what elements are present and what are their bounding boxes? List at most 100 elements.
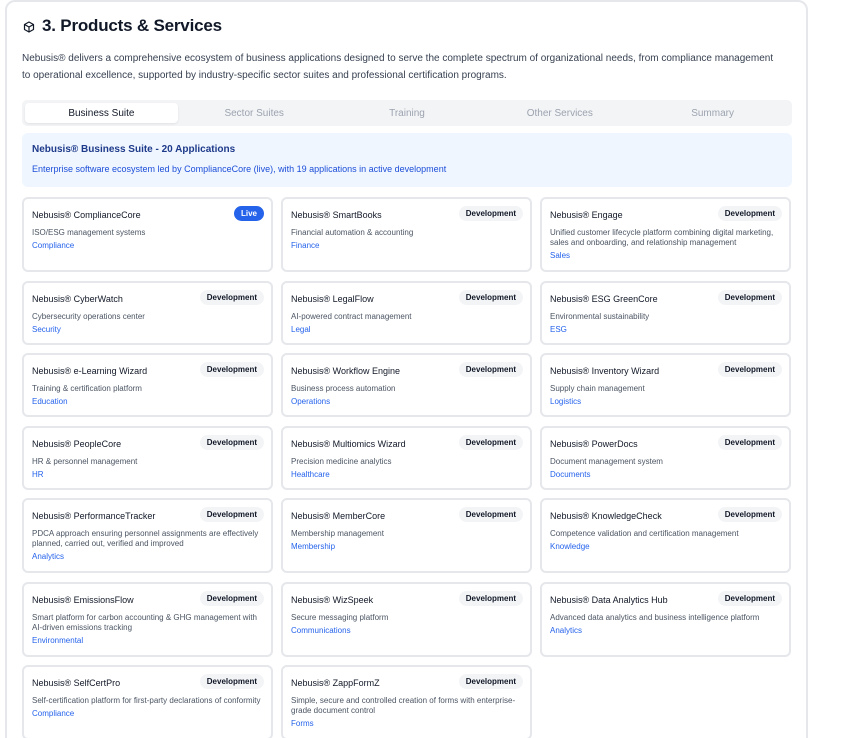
tab-bar: Business Suite Sector Suites Training Ot… bbox=[22, 100, 792, 126]
app-description: Advanced data analytics and business int… bbox=[550, 613, 760, 622]
status-badge: Development bbox=[717, 290, 782, 305]
app-card[interactable]: Nebusis® PerformanceTracker Development PD… bbox=[22, 498, 273, 573]
app-description: Secure messaging platform bbox=[291, 613, 389, 622]
app-category: Environmental bbox=[32, 636, 84, 645]
section-header: 3. Products & Services bbox=[23, 16, 222, 36]
app-category: Sales bbox=[550, 251, 571, 260]
app-name: Nebusis® Workflow Engine bbox=[291, 366, 401, 376]
app-card[interactable]: Nebusis® SelfCertPro Development Self-cert… bbox=[22, 665, 273, 738]
app-category: Knowledge bbox=[550, 542, 590, 551]
app-card[interactable]: Nebusis® PeopleCore Development HR & perso… bbox=[22, 426, 273, 490]
app-name: Nebusis® LegalFlow bbox=[291, 294, 374, 304]
app-name: Nebusis® MemberCore bbox=[291, 511, 386, 521]
tab-sector-suites[interactable]: Sector Suites bbox=[178, 103, 331, 123]
status-badge: Development bbox=[458, 674, 523, 689]
status-badge: Development bbox=[717, 591, 782, 606]
status-badge: Development bbox=[199, 435, 264, 450]
app-card[interactable]: Nebusis® LegalFlow Development AI-powered … bbox=[281, 281, 532, 345]
app-description: PDCA approach ensuring personnel assignm… bbox=[32, 529, 259, 548]
banner-title: Nebusis® Business Suite - 20 Application… bbox=[32, 144, 236, 155]
app-name: Nebusis® ComplianceCore bbox=[32, 210, 141, 220]
tab-training[interactable]: Training bbox=[331, 103, 484, 123]
app-description: Business process automation bbox=[291, 384, 396, 393]
app-name: Nebusis® WizSpeek bbox=[291, 595, 374, 605]
app-category: Security bbox=[32, 325, 61, 334]
status-badge: Development bbox=[458, 290, 523, 305]
app-name: Nebusis® ZappFormZ bbox=[291, 678, 380, 688]
app-card[interactable]: Nebusis® Data Analytics Hub Development Ad… bbox=[540, 582, 791, 657]
app-name: Nebusis® Multiomics Wizard bbox=[291, 439, 406, 449]
app-description: Environmental sustainability bbox=[550, 312, 650, 321]
app-category: Analytics bbox=[32, 552, 65, 561]
status-badge: Development bbox=[199, 290, 264, 305]
app-name: Nebusis® Inventory Wizard bbox=[550, 366, 660, 376]
cube-icon bbox=[23, 20, 35, 33]
app-card[interactable]: Nebusis® CyberWatch Development Cybersecur… bbox=[22, 281, 273, 345]
app-description: Precision medicine analytics bbox=[291, 457, 392, 466]
app-category: Legal bbox=[291, 325, 311, 334]
app-description: Self-certification platform for first-pa… bbox=[32, 696, 261, 705]
app-card[interactable]: Nebusis® Inventory Wizard Development Supp… bbox=[540, 353, 791, 417]
status-badge: Development bbox=[717, 206, 782, 221]
tab-summary[interactable]: Summary bbox=[636, 103, 789, 123]
app-name: Nebusis® CyberWatch bbox=[32, 294, 123, 304]
status-badge: Development bbox=[458, 362, 523, 377]
app-card[interactable]: Nebusis® Engage Development Unified custom… bbox=[540, 197, 791, 272]
status-badge: Development bbox=[458, 206, 523, 221]
status-badge: Development bbox=[458, 435, 523, 450]
app-description: Unified customer lifecycle platform comb… bbox=[550, 228, 774, 247]
app-category: Communications bbox=[291, 626, 351, 635]
app-card[interactable]: Nebusis® Workflow Engine Development Busin… bbox=[281, 353, 532, 417]
app-name: Nebusis® Data Analytics Hub bbox=[550, 595, 668, 605]
app-description: Smart platform for carbon accounting & G… bbox=[32, 613, 257, 632]
app-card[interactable]: Nebusis® e-Learning Wizard Development Tra… bbox=[22, 353, 273, 417]
app-card[interactable]: Nebusis® SmartBooks Development Financial … bbox=[281, 197, 532, 272]
app-name: Nebusis® PowerDocs bbox=[550, 439, 638, 449]
app-description: Membership management bbox=[291, 529, 384, 538]
app-card[interactable]: Nebusis® WizSpeek Development Secure messa… bbox=[281, 582, 532, 657]
tab-business-suite[interactable]: Business Suite bbox=[25, 103, 178, 123]
app-card[interactable]: Nebusis® EmissionsFlow Development Smart p… bbox=[22, 582, 273, 657]
app-category: Membership bbox=[291, 542, 336, 551]
app-card[interactable]: Nebusis® ZappFormZ Development Simple, sec… bbox=[281, 665, 532, 738]
app-card[interactable]: Nebusis® PowerDocs Development Document ma… bbox=[540, 426, 791, 490]
suite-banner: Nebusis® Business Suite - 20 Application… bbox=[22, 133, 792, 187]
app-card[interactable]: Nebusis® ComplianceCore Live ISO/ESG manag… bbox=[22, 197, 273, 272]
status-badge: Development bbox=[717, 507, 782, 522]
app-category: Documents bbox=[550, 470, 591, 479]
app-category: Forms bbox=[291, 719, 314, 728]
tab-other-services[interactable]: Other Services bbox=[483, 103, 636, 123]
status-badge: Development bbox=[717, 435, 782, 450]
app-description: AI-powered contract management bbox=[291, 312, 412, 321]
banner-subtitle: Enterprise software ecosystem led by Com… bbox=[32, 164, 447, 174]
app-description: Financial automation & accounting bbox=[291, 228, 414, 237]
section-title: 3. Products & Services bbox=[42, 16, 222, 35]
app-category: Logistics bbox=[550, 397, 582, 406]
app-name: Nebusis® SmartBooks bbox=[291, 210, 382, 220]
status-badge: Development bbox=[199, 591, 264, 606]
app-category: ESG bbox=[550, 325, 567, 334]
app-category: Compliance bbox=[32, 709, 75, 718]
status-badge: Development bbox=[458, 591, 523, 606]
app-name: Nebusis® e-Learning Wizard bbox=[32, 366, 148, 376]
app-card[interactable]: Nebusis® Multiomics Wizard Development Pre… bbox=[281, 426, 532, 490]
app-card[interactable]: Nebusis® MemberCore Development Membership… bbox=[281, 498, 532, 573]
app-card[interactable]: Nebusis® KnowledgeCheck Development Compet… bbox=[540, 498, 791, 573]
app-description: Competence validation and certification … bbox=[550, 529, 739, 538]
app-description: HR & personnel management bbox=[32, 457, 138, 466]
app-name: Nebusis® ESG GreenCore bbox=[550, 294, 658, 304]
app-description: ISO/ESG management systems bbox=[32, 228, 146, 237]
status-badge: Development bbox=[199, 507, 264, 522]
app-description: Supply chain management bbox=[550, 384, 645, 393]
app-name: Nebusis® PerformanceTracker bbox=[32, 511, 156, 521]
app-category: Compliance bbox=[32, 241, 75, 250]
app-card[interactable]: Nebusis® ESG GreenCore Development Environ… bbox=[540, 281, 791, 345]
products-services-panel: 3. Products & Services Nebusis® delivers… bbox=[5, 0, 808, 738]
app-category: Healthcare bbox=[291, 470, 330, 479]
status-badge: Development bbox=[717, 362, 782, 377]
app-description: Cybersecurity operations center bbox=[32, 312, 145, 321]
app-description: Document management system bbox=[550, 457, 663, 466]
app-name: Nebusis® EmissionsFlow bbox=[32, 595, 134, 605]
section-intro: Nebusis® delivers a comprehensive ecosys… bbox=[22, 53, 774, 81]
status-badge: Development bbox=[458, 507, 523, 522]
